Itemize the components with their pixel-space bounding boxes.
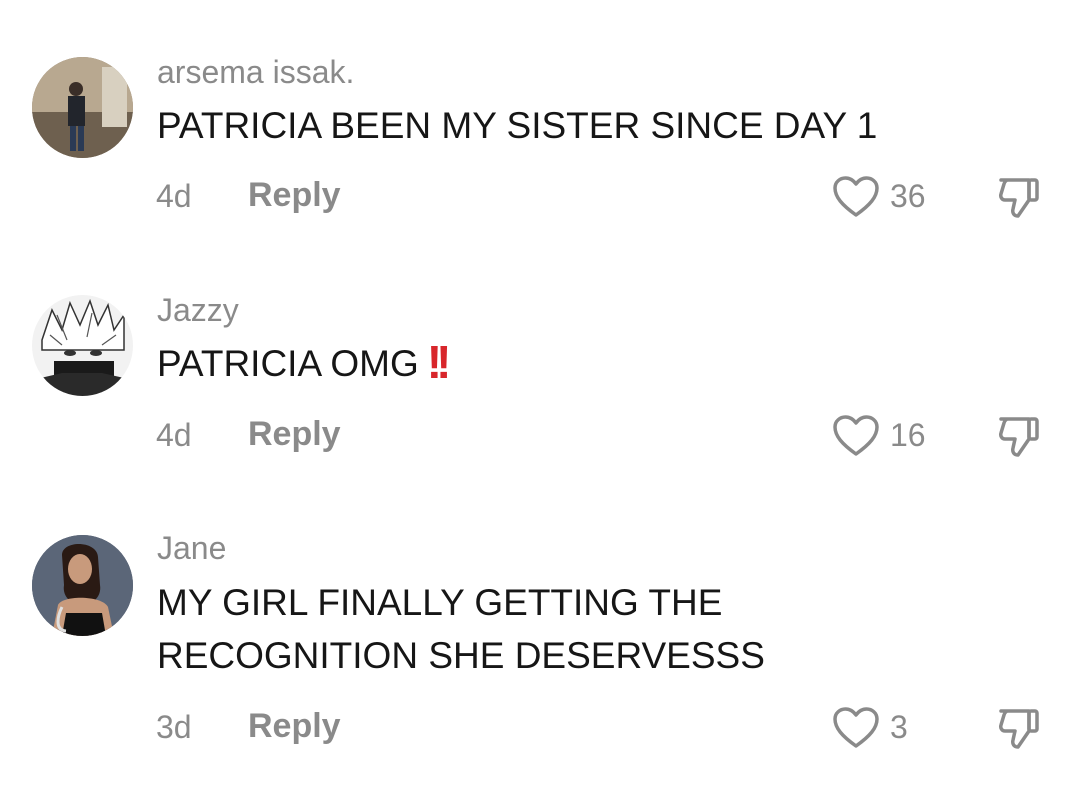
- comment-text: PATRICIA BEEN MY SISTER SINCE DAY 1: [157, 105, 878, 146]
- comment-username[interactable]: arsema issak.: [157, 54, 354, 91]
- comment-timestamp: 4d: [156, 417, 192, 453]
- comment-text-line: RECOGNITION SHE DESERVESSS: [157, 635, 765, 676]
- avatar[interactable]: [32, 295, 133, 396]
- reply-button[interactable]: Reply: [248, 415, 341, 454]
- like-count: 3: [890, 709, 908, 745]
- like-count: 36: [890, 178, 926, 214]
- comment-timestamp: 3d: [156, 709, 192, 745]
- thumbs-down-outline-icon[interactable]: [996, 413, 1042, 459]
- comment-username[interactable]: Jazzy: [157, 292, 239, 329]
- heart-outline-icon[interactable]: [832, 175, 880, 219]
- comment-text-line: MY GIRL FINALLY GETTING THE: [157, 582, 723, 623]
- heart-outline-icon[interactable]: [832, 414, 880, 458]
- thumbs-down-outline-icon[interactable]: [996, 705, 1042, 751]
- comment-username[interactable]: Jane: [157, 530, 226, 567]
- like-count: 16: [890, 417, 926, 453]
- reply-button[interactable]: Reply: [248, 707, 341, 746]
- reply-button[interactable]: Reply: [248, 176, 341, 215]
- comment-text-body: PATRICIA OMG: [157, 343, 419, 384]
- thumbs-down-outline-icon[interactable]: [996, 174, 1042, 220]
- avatar[interactable]: [32, 535, 133, 636]
- avatar[interactable]: [32, 57, 133, 158]
- comment-text: MY GIRL FINALLY GETTING THE RECOGNITION …: [157, 576, 1037, 682]
- comment-text: PATRICIA OMG!!: [157, 336, 1037, 390]
- double-exclamation-emoji: !!: [426, 336, 452, 388]
- comment-timestamp: 4d: [156, 178, 192, 214]
- heart-outline-icon[interactable]: [832, 706, 880, 750]
